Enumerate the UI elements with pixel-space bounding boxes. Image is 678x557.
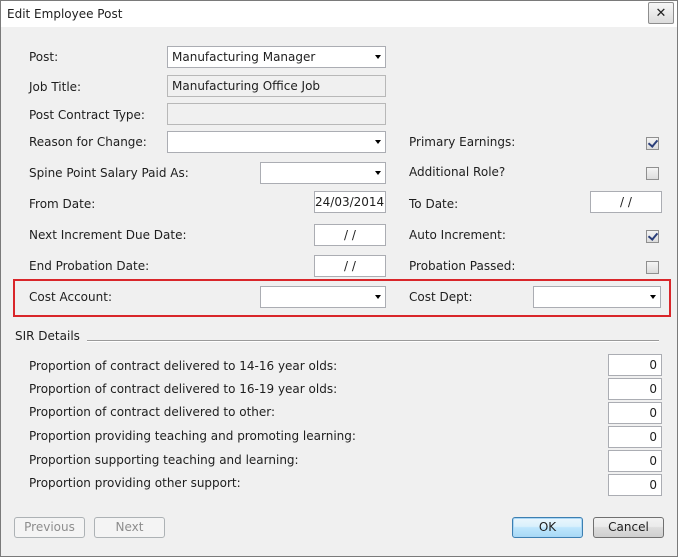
chevron-down-icon [650, 295, 656, 299]
from-date-field[interactable]: 24/03/2014 [314, 191, 386, 213]
sir-row-value[interactable]: 0 [608, 354, 662, 376]
next-increment-label: Next Increment Due Date: [29, 228, 187, 242]
window-title: Edit Employee Post [7, 7, 123, 21]
edit-employee-post-window: Edit Employee Post ✕ Post: Manufacturing… [0, 0, 678, 557]
chevron-down-icon [375, 171, 381, 175]
close-icon: ✕ [655, 5, 667, 21]
sir-row-label: Proportion of contract delivered to 14-1… [29, 359, 338, 373]
post-value: Manufacturing Manager [172, 50, 316, 64]
probation-passed-checkbox[interactable] [646, 261, 659, 274]
spine-point-label: Spine Point Salary Paid As: [29, 166, 189, 180]
ok-button[interactable]: OK [512, 517, 583, 538]
additional-role-label: Additional Role? [409, 165, 506, 179]
end-probation-label: End Probation Date: [29, 259, 150, 273]
spine-point-select[interactable] [260, 162, 386, 184]
auto-increment-label: Auto Increment: [409, 228, 506, 242]
auto-increment-checkbox[interactable] [646, 230, 659, 243]
cancel-button[interactable]: Cancel [593, 517, 664, 538]
reason-for-change-select[interactable] [167, 131, 386, 153]
cost-dept-label: Cost Dept: [409, 290, 473, 304]
reason-for-change-label: Reason for Change: [29, 135, 147, 149]
from-date-label: From Date: [29, 197, 96, 211]
sir-row-value[interactable]: 0 [608, 450, 662, 472]
sir-row-value[interactable]: 0 [608, 402, 662, 424]
sir-row-value[interactable]: 0 [608, 378, 662, 400]
sir-row-value[interactable]: 0 [608, 426, 662, 448]
job-title-label: Job Title: [29, 80, 82, 94]
chevron-down-icon [375, 55, 381, 59]
sir-row-label: Proportion supporting teaching and learn… [29, 453, 299, 467]
sir-row-value[interactable]: 0 [608, 474, 662, 496]
close-button[interactable]: ✕ [648, 2, 674, 24]
additional-role-checkbox[interactable] [646, 167, 659, 180]
previous-button[interactable]: Previous [14, 517, 85, 538]
post-contract-type-label: Post Contract Type: [29, 108, 145, 122]
post-select[interactable]: Manufacturing Manager [167, 46, 386, 68]
sir-divider [87, 340, 659, 342]
chevron-down-icon [375, 140, 381, 144]
to-date-field[interactable]: / / [590, 191, 662, 213]
primary-earnings-checkbox[interactable] [646, 137, 659, 150]
chevron-down-icon [375, 295, 381, 299]
end-probation-field[interactable]: / / [314, 255, 386, 277]
cost-account-select[interactable] [260, 286, 386, 308]
cost-dept-select[interactable] [533, 286, 661, 308]
checkmark-icon [647, 230, 659, 241]
to-date-label: To Date: [409, 197, 459, 211]
sir-row-label: Proportion of contract delivered to othe… [29, 405, 276, 419]
sir-row-label: Proportion providing other support: [29, 476, 241, 490]
job-title-field[interactable]: Manufacturing Office Job [167, 75, 386, 97]
post-contract-type-field[interactable] [167, 103, 386, 125]
probation-passed-label: Probation Passed: [409, 259, 516, 273]
post-label: Post: [29, 50, 59, 64]
sir-heading: SIR Details [15, 329, 80, 343]
next-increment-field[interactable]: / / [314, 224, 386, 246]
next-button[interactable]: Next [94, 517, 165, 538]
checkmark-icon [647, 137, 659, 148]
sir-row-label: Proportion of contract delivered to 16-1… [29, 382, 338, 396]
title-bar: Edit Employee Post ✕ [1, 1, 677, 27]
primary-earnings-label: Primary Earnings: [409, 135, 516, 149]
sir-row-label: Proportion providing teaching and promot… [29, 429, 356, 443]
cost-account-label: Cost Account: [29, 290, 112, 304]
